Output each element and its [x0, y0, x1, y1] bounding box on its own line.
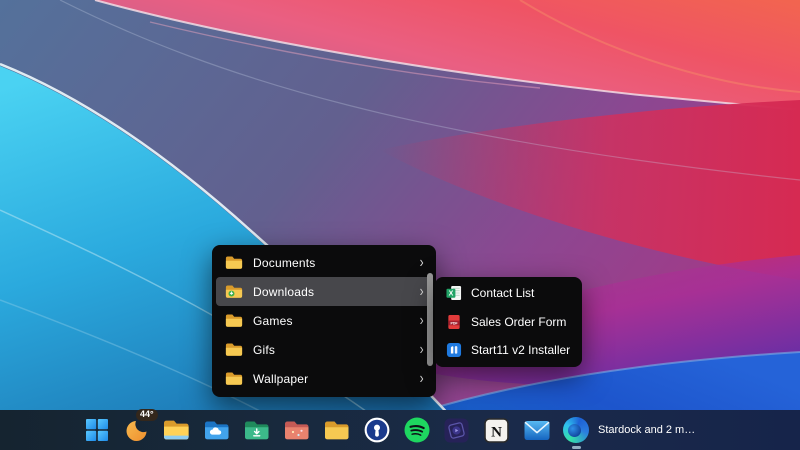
- chevron-right-icon: ›: [419, 284, 423, 300]
- excel-file-icon: X: [446, 285, 462, 301]
- spotify-icon: [404, 417, 430, 443]
- chevron-right-icon: ›: [419, 313, 423, 329]
- menu-scrollbar-thumb[interactable]: [427, 273, 433, 366]
- windows-logo-icon: [86, 419, 108, 441]
- 1password-keyhole-icon: [364, 417, 390, 443]
- submenu-item-label: Contact List: [471, 286, 534, 300]
- active-window-indicator: [572, 446, 581, 449]
- purple-app-icon: [444, 418, 469, 443]
- submenu-item-label: Sales Order Form: [471, 315, 566, 329]
- notion-icon: N: [484, 418, 509, 443]
- folder-menu: Documents › Downloads › Games ›: [212, 245, 436, 397]
- menu-item-wallpaper[interactable]: Wallpaper ›: [216, 364, 432, 393]
- mail-envelope-icon: [524, 420, 550, 441]
- start11-icon: [446, 342, 462, 358]
- open-window-title: Stardock and 2 m…: [598, 424, 695, 436]
- svg-text:N: N: [491, 424, 502, 440]
- menu-item-label: Games: [253, 314, 419, 328]
- submenu-item-contact-list[interactable]: X Contact List: [439, 279, 578, 308]
- submenu-item-sales-order-form[interactable]: PDF Sales Order Form: [439, 308, 578, 337]
- desktop: Documents › Downloads › Games ›: [0, 0, 800, 450]
- notion-button[interactable]: N: [483, 413, 510, 447]
- menu-item-gifs[interactable]: Gifs ›: [216, 335, 432, 364]
- start-button[interactable]: [83, 413, 110, 447]
- taskbar: 44°: [0, 410, 800, 450]
- menu-item-games[interactable]: Games ›: [216, 306, 432, 335]
- cloud-folder-icon: [204, 420, 230, 441]
- purple-app-button[interactable]: [443, 413, 470, 447]
- svg-text:X: X: [449, 291, 454, 298]
- file-explorer-folder-icon: [163, 419, 190, 441]
- folder-icon: [225, 371, 243, 386]
- menu-item-label: Wallpaper: [253, 372, 419, 386]
- download-folder-icon: [244, 420, 270, 441]
- folder-download-icon: [225, 284, 243, 299]
- pdf-file-icon: PDF: [446, 314, 462, 330]
- pictures-folder-button[interactable]: [283, 413, 310, 447]
- folder-icon: [225, 255, 243, 270]
- folder-icon: [225, 342, 243, 357]
- 1password-button[interactable]: [363, 413, 390, 447]
- edge-icon: [563, 417, 589, 443]
- edge-window-button[interactable]: Stardock and 2 m…: [563, 413, 701, 447]
- temperature-badge: 44°: [136, 409, 158, 421]
- onedrive-folder-button[interactable]: [203, 413, 230, 447]
- spotify-button[interactable]: [403, 413, 430, 447]
- folder-icon: [324, 420, 350, 441]
- mail-button[interactable]: [523, 413, 550, 447]
- menu-item-label: Downloads: [253, 285, 419, 299]
- chevron-right-icon: ›: [419, 371, 423, 387]
- svg-text:PDF: PDF: [450, 321, 458, 325]
- file-explorer-button[interactable]: [163, 413, 190, 447]
- weather-widget[interactable]: 44°: [123, 413, 150, 447]
- downloads-folder-button[interactable]: [243, 413, 270, 447]
- chevron-right-icon: ›: [419, 255, 423, 271]
- clear-night-moon-icon: [125, 418, 149, 442]
- downloads-submenu: X Contact List PDF Sales Order Form Star…: [435, 277, 582, 367]
- menu-item-label: Documents: [253, 256, 419, 270]
- pictures-folder-icon: [284, 420, 310, 441]
- folder-icon: [225, 313, 243, 328]
- submenu-item-label: Start11 v2 Installer: [471, 343, 570, 357]
- menu-item-documents[interactable]: Documents ›: [216, 248, 432, 277]
- chevron-right-icon: ›: [419, 342, 423, 358]
- yellow-folder-button[interactable]: [323, 413, 350, 447]
- submenu-item-start11-installer[interactable]: Start11 v2 Installer: [439, 336, 578, 365]
- menu-item-label: Gifs: [253, 343, 419, 357]
- menu-item-downloads[interactable]: Downloads ›: [216, 277, 432, 306]
